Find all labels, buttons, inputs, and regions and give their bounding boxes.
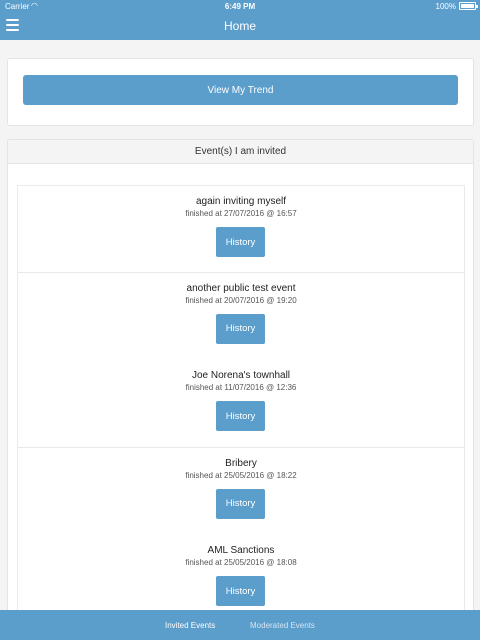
event-finished-time: finished at 27/07/2016 @ 16:57: [185, 209, 297, 218]
view-my-trend-button[interactable]: View My Trend: [23, 75, 458, 105]
invited-events-panel: Event(s) I am invited again inviting mys…: [7, 139, 474, 623]
event-card: Bribery finished at 25/05/2016 @ 18:22 His…: [17, 447, 465, 536]
page-title: Home: [223, 19, 256, 33]
event-card: Joe Norena's townhall finished at 11/07/2…: [17, 360, 465, 448]
history-button[interactable]: History: [216, 227, 265, 257]
tab-invited-events[interactable]: Invited Events: [165, 621, 215, 630]
tab-moderated-events[interactable]: Moderated Events: [250, 621, 315, 630]
event-name: AML Sanctions: [207, 545, 275, 556]
events-panel-header: Event(s) I am invited: [8, 140, 473, 164]
event-card: again inviting myself finished at 27/07/2…: [17, 185, 465, 273]
status-time: 6:49 PM: [224, 2, 256, 11]
event-finished-time: finished at 25/05/2016 @ 18:08: [185, 558, 297, 567]
event-name: Bribery: [225, 457, 257, 469]
event-finished-time: finished at 11/07/2016 @ 12:36: [185, 383, 297, 392]
battery-icon: [459, 2, 478, 10]
event-name: again inviting myself: [195, 196, 287, 207]
event-finished-time: finished at 25/05/2016 @ 18:22: [185, 470, 297, 480]
trend-card: View My Trend: [7, 58, 474, 126]
event-finished-time: finished at 20/07/2016 @ 19:20: [185, 295, 297, 305]
status-bar: Carrier ◠ 6:49 PM 100%: [0, 0, 480, 13]
battery-percent: 100%: [435, 2, 456, 11]
top-header: Carrier ◠ 6:49 PM 100% Home: [0, 0, 480, 40]
event-name: Joe Norena's townhall: [191, 370, 291, 381]
event-name: another public test event: [186, 282, 296, 294]
history-button[interactable]: History: [216, 401, 265, 431]
event-card: another public test event finished at 20/…: [17, 272, 465, 361]
bottom-tab-bar: Invited Events Moderated Events: [0, 610, 480, 640]
history-button[interactable]: History: [216, 576, 265, 606]
history-button[interactable]: History: [216, 313, 265, 344]
history-button[interactable]: History: [216, 488, 265, 519]
